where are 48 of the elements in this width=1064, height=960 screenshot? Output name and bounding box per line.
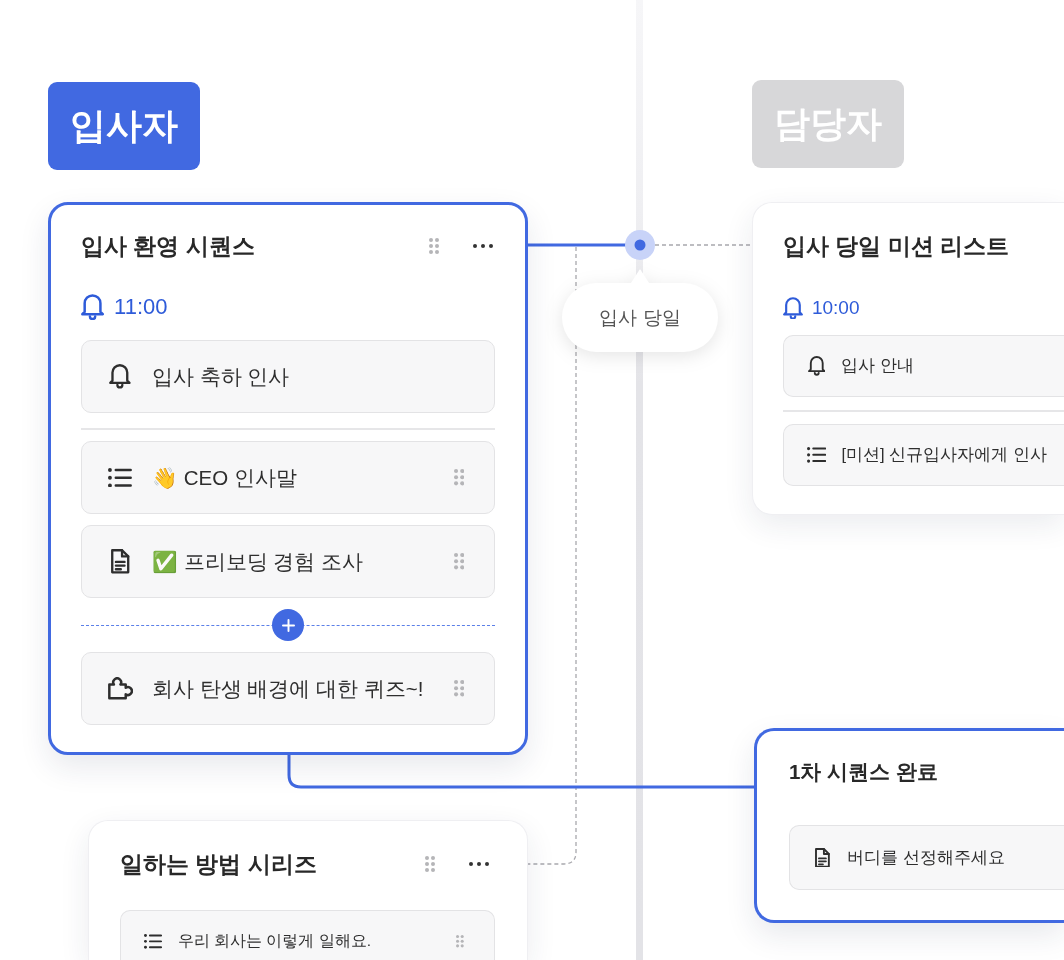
reminder-time: 10:00 (811, 297, 860, 319)
card-title: 일하는 방법 시리즈 (120, 849, 318, 879)
drag-handle-icon[interactable] (453, 553, 464, 570)
list-icon (108, 467, 133, 488)
card-title: 입사 환영 시퀀스 (81, 231, 256, 261)
document-icon (111, 549, 130, 574)
step-label: [미션] 신규입사자에게 인사 (841, 444, 1048, 465)
bell-icon (81, 293, 105, 321)
drag-handle-icon[interactable] (453, 469, 464, 486)
timeline-node-icon (625, 230, 655, 260)
drag-handle-icon[interactable] (425, 856, 435, 872)
step-item[interactable]: [미션] 신규입사자에게 인사 (783, 424, 1064, 486)
add-button[interactable] (272, 609, 304, 641)
card-title: 1차 시퀀스 완료 (789, 759, 939, 785)
step-label: 입사 안내 (841, 355, 916, 376)
bell-icon (783, 296, 803, 320)
step-item[interactable]: 입사 축하 인사 (81, 340, 495, 413)
step-item[interactable]: ✅ 프리보딩 경험 조사 (81, 525, 495, 598)
plus-icon (281, 618, 295, 632)
step-item[interactable]: 입사 안내 (783, 335, 1064, 397)
step-label: 우리 회사는 이렇게 일해요. (177, 931, 373, 951)
step-item[interactable]: 우리 회사는 이렇게 일해요. (120, 910, 495, 960)
reminder-time: 11:00 (114, 294, 168, 320)
drag-handle-icon[interactable] (429, 238, 439, 254)
drag-handle-icon[interactable] (456, 935, 464, 948)
bell-icon (807, 356, 826, 376)
sequence-card[interactable]: 입사 당일 미션 리스트 10:00 입사 안내 [미션] 신규입사자에게 인사 (752, 202, 1064, 515)
sequence-card[interactable]: 일하는 방법 시리즈 우리 회사는 이렇게 일해요. (88, 820, 528, 960)
step-label: ✅ 프리보딩 경험 조사 (152, 548, 365, 575)
step-label: 버디를 선정해주세요 (847, 846, 1007, 868)
list-icon (144, 934, 163, 949)
more-icon[interactable] (473, 244, 493, 248)
sequence-card[interactable]: 입사 환영 시퀀스 11:00 입사 축하 인사 👋 CEO 인사말 ✅ 프리보딩 경험 조사 회사 탄생 배경에 대한 퀴즈~! (48, 202, 528, 755)
step-label: 회사 탄생 배경에 대한 퀴즈~! (152, 675, 425, 702)
step-label: 👋 CEO 인사말 (152, 464, 298, 491)
list-icon (807, 447, 827, 463)
drag-handle-icon[interactable] (453, 680, 464, 697)
step-item[interactable]: 회사 탄생 배경에 대한 퀴즈~! (81, 652, 495, 725)
document-icon (815, 847, 831, 868)
card-title: 입사 당일 미션 리스트 (783, 232, 1010, 261)
puzzle-icon (107, 677, 133, 700)
step-item[interactable]: 👋 CEO 인사말 (81, 441, 495, 514)
bell-icon (109, 364, 132, 389)
step-label: 입사 축하 인사 (152, 363, 291, 390)
sequence-card[interactable]: 1차 시퀀스 완료 버디를 선정해주세요 (754, 728, 1064, 923)
step-item[interactable]: 버디를 선정해주세요 (789, 825, 1064, 890)
more-icon[interactable] (469, 862, 489, 866)
lane-label: 입사자 (48, 82, 200, 170)
